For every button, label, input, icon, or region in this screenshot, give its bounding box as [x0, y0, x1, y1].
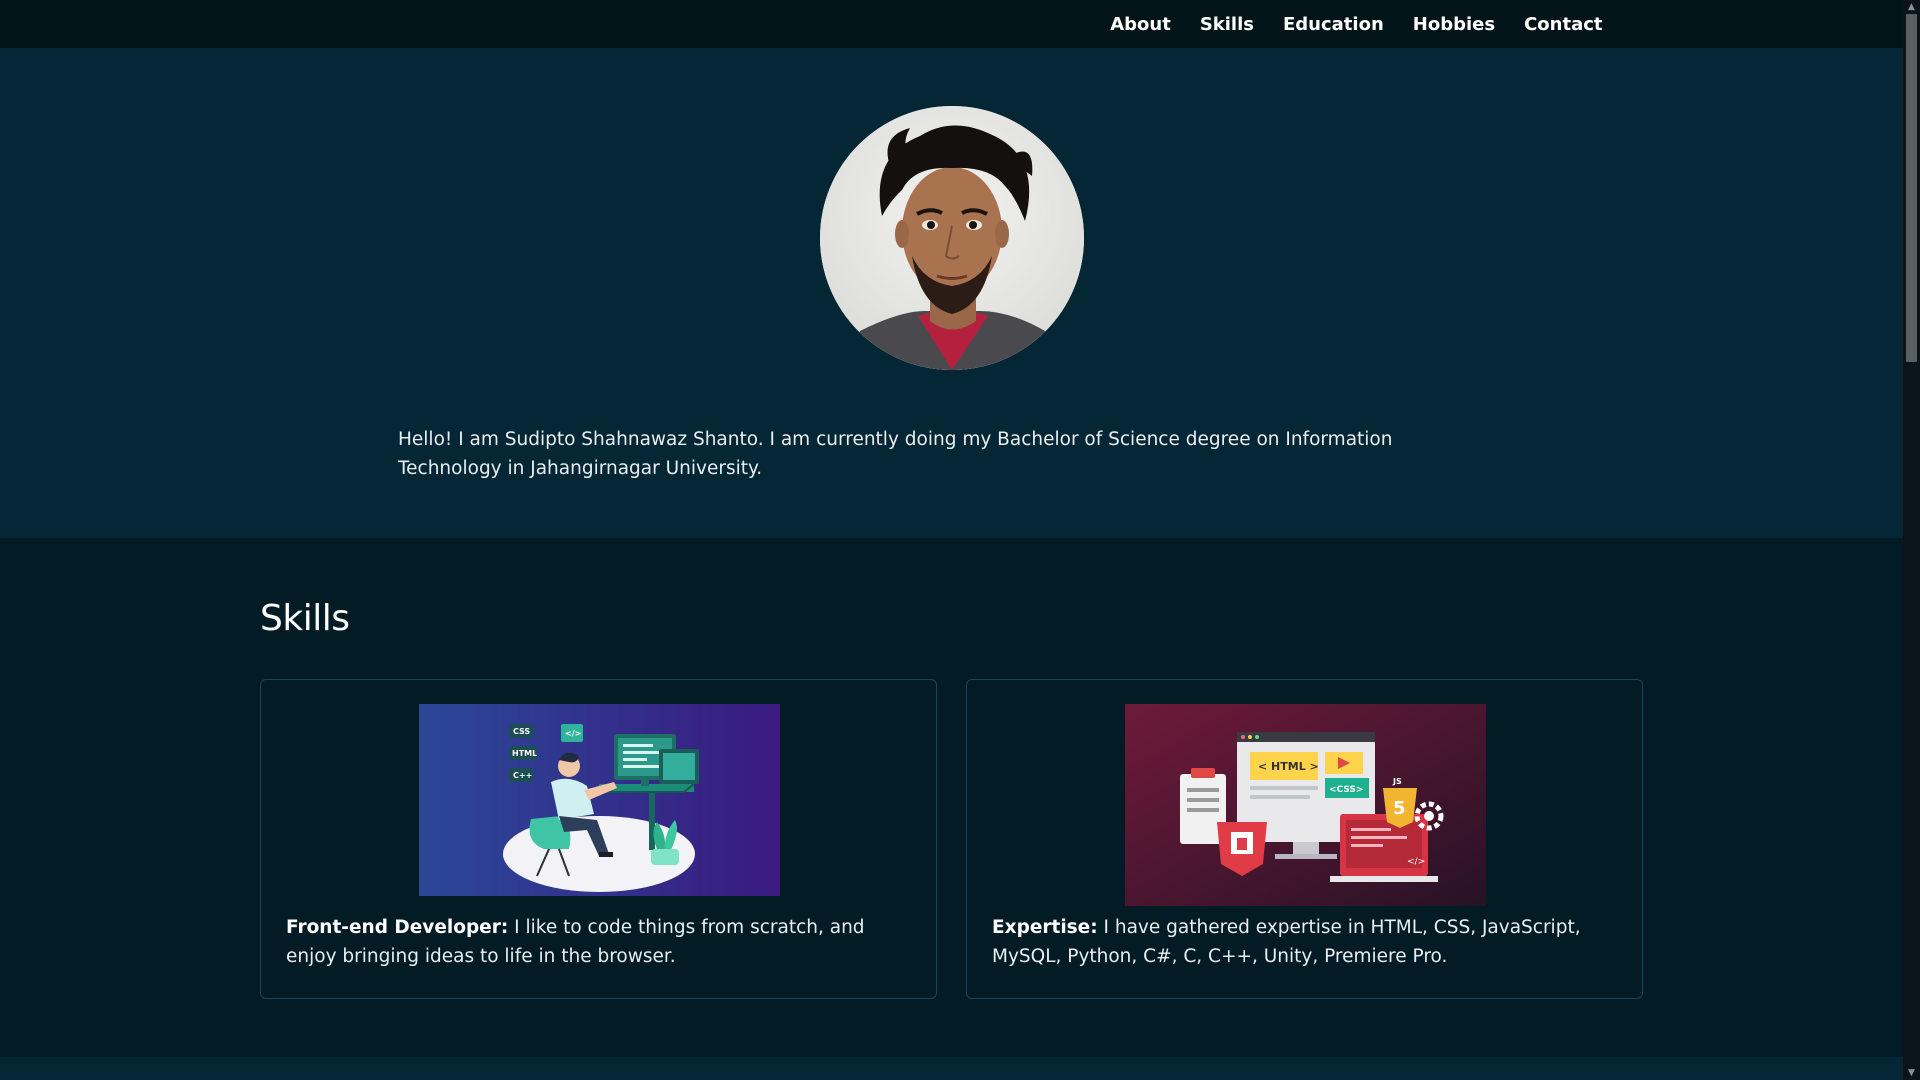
laptop-code-label: </>	[1407, 857, 1425, 867]
expertise-illustration: < HTML > <CSS> </> 5 JS	[1125, 704, 1486, 910]
page: About Skills Education Hobbies Contact H…	[0, 0, 1920, 1080]
top-navbar: About Skills Education Hobbies Contact	[0, 0, 1903, 48]
intro-text: Hello! I am Sudipto Shahnawaz Shanto. I …	[398, 429, 1393, 479]
frontend-developer-illustration: CSS HTML C++ </>	[419, 704, 780, 900]
scroll-up-icon[interactable]: ▲	[1903, 0, 1920, 14]
css-tag: CSS	[513, 727, 530, 736]
nav-links: About Skills Education Hobbies Contact	[1096, 0, 1617, 48]
html-tag: HTML	[512, 749, 537, 758]
skills-heading: Skills	[260, 598, 350, 639]
skills-section: Skills CSS HTML C++ </> Front-end Develo…	[0, 538, 1903, 1058]
profile-photo	[820, 106, 1084, 370]
html5-label: 5	[1393, 798, 1406, 819]
js-label: JS	[1392, 777, 1402, 786]
nav-link-contact[interactable]: Contact	[1510, 14, 1617, 35]
css-label: <CSS>	[1329, 785, 1363, 795]
skill-card-frontend: CSS HTML C++ </> Front-end Developer: I …	[260, 679, 937, 999]
expertise-heading: Expertise:	[992, 917, 1098, 938]
code-tag: </>	[565, 729, 581, 738]
nav-link-hobbies[interactable]: Hobbies	[1398, 14, 1509, 35]
expertise-description: Expertise: I have gathered expertise in …	[992, 913, 1622, 971]
nav-link-about[interactable]: About	[1096, 14, 1186, 35]
next-section-edge	[0, 1057, 1903, 1080]
page-scrollbar[interactable]: ▲ ▼	[1903, 0, 1920, 1080]
frontend-heading: Front-end Developer:	[286, 917, 509, 938]
nav-link-skills[interactable]: Skills	[1185, 14, 1268, 35]
frontend-description: Front-end Developer: I like to code thin…	[286, 913, 916, 971]
html-label: < HTML >	[1258, 760, 1319, 773]
about-section: Hello! I am Sudipto Shahnawaz Shanto. I …	[0, 48, 1903, 538]
skill-card-expertise: < HTML > <CSS> </> 5 JS Expertise: I hav…	[966, 679, 1643, 999]
scrollbar-thumb[interactable]	[1906, 14, 1917, 362]
cpp-tag: C++	[513, 771, 532, 780]
scroll-down-icon[interactable]: ▼	[1903, 1066, 1920, 1080]
nav-link-education[interactable]: Education	[1269, 14, 1399, 35]
